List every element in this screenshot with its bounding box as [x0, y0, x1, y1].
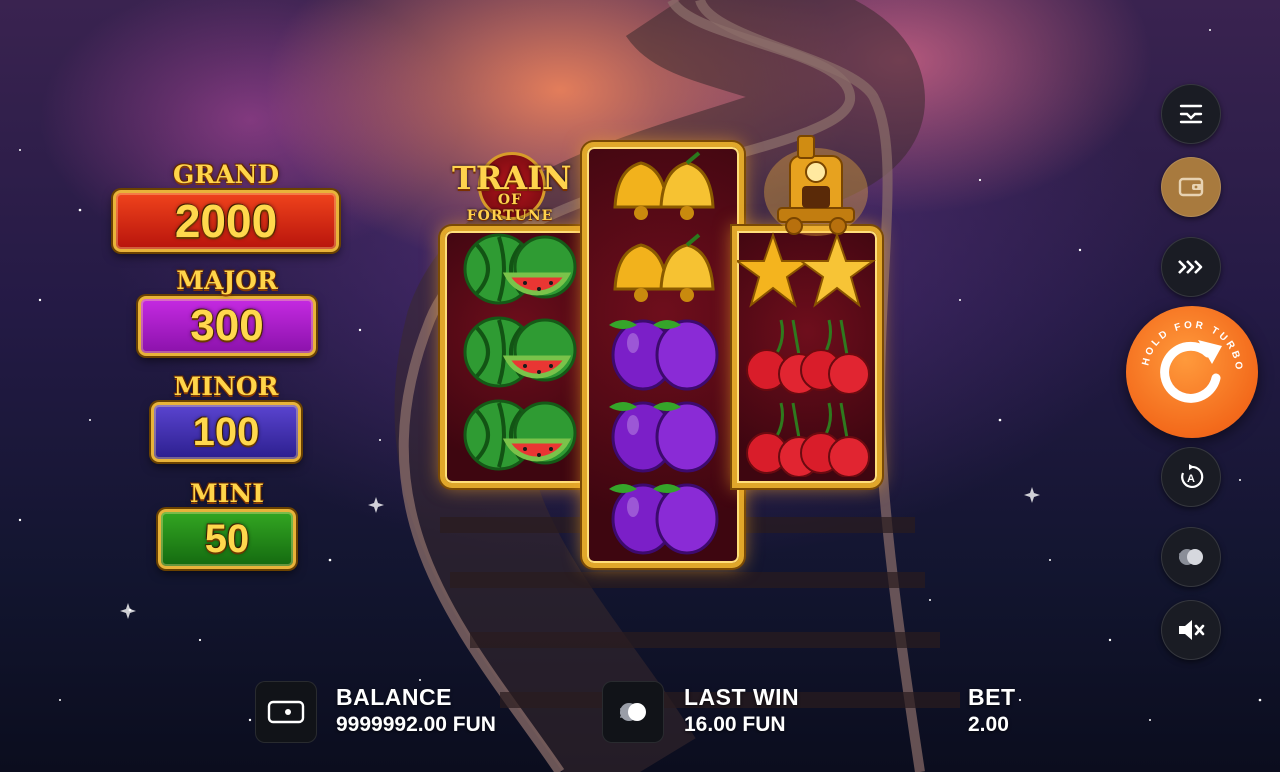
balance-label: BALANCE: [336, 684, 452, 710]
jackpot-mini: MINI 50: [158, 481, 296, 569]
jackpot-grand: GRAND 2000: [113, 162, 339, 252]
jackpot-major-label: MAJOR: [176, 266, 278, 295]
coins-icon: [620, 703, 646, 721]
jackpot-major: MAJOR 300: [138, 268, 316, 356]
autoplay-button[interactable]: A: [1161, 447, 1221, 507]
watermelon-symbol: [463, 316, 577, 388]
jackpot-mini-label: MINI: [190, 479, 264, 508]
sound-button[interactable]: [1161, 600, 1221, 660]
last-win-coins-button[interactable]: [602, 681, 664, 743]
jackpot-grand-value: 2000: [113, 190, 339, 252]
spin-button[interactable]: HOLD FOR TURBO: [1126, 306, 1258, 438]
jackpot-minor-label: MINOR: [173, 372, 279, 401]
plum-symbol: [609, 483, 719, 555]
bet-value: 2.00: [968, 713, 1009, 736]
logo-subtitle: OF FORTUNE: [466, 192, 554, 224]
star-symbol: [737, 232, 877, 308]
balance-wallet-button[interactable]: [255, 681, 317, 743]
bell-symbol: [613, 151, 715, 220]
autoplay-icon: A: [1181, 464, 1204, 488]
wallet-icon: [267, 700, 305, 724]
jackpot-grand-label: GRAND: [172, 160, 280, 189]
reel-left: [446, 230, 588, 478]
speed-button[interactable]: [1161, 237, 1221, 297]
last-win-value: 16.00 FUN: [684, 713, 786, 736]
bet-label: BET: [968, 684, 1016, 710]
jackpot-major-value: 300: [138, 296, 316, 356]
refresh-icon: [1160, 340, 1222, 403]
train-icon: [764, 135, 868, 236]
logo-title: TRAIN: [452, 159, 572, 197]
menu-button[interactable]: [1161, 84, 1221, 144]
cherry-symbol: [746, 402, 870, 477]
balance-value: 9999992.00 FUN: [336, 713, 496, 736]
last-win-label: LAST WIN: [684, 684, 800, 710]
fast-forward-icon: [1178, 260, 1203, 274]
plum-symbol: [609, 319, 719, 391]
bell-symbol: [613, 233, 715, 302]
wallet-button[interactable]: [1161, 157, 1221, 217]
reel-right: [737, 230, 877, 478]
cherry-symbol: [746, 319, 870, 394]
game-logo: TRAIN OF FORTUNE: [452, 150, 572, 230]
plum-symbol: [609, 401, 719, 473]
watermelon-symbol: [463, 399, 577, 471]
settings-menu-icon: [1179, 104, 1203, 124]
coins-icon: [1179, 549, 1203, 565]
jackpot-minor-value: 100: [151, 402, 301, 462]
watermelon-symbol: [463, 233, 577, 305]
mute-icon: [1179, 620, 1205, 640]
reel-center: [592, 148, 734, 558]
jackpot-minor: MINOR 100: [151, 374, 301, 462]
jackpot-mini-value: 50: [158, 509, 296, 569]
bet-button[interactable]: [1161, 527, 1221, 587]
wallet-icon: [1178, 177, 1204, 197]
svg-text:A: A: [1187, 473, 1195, 485]
